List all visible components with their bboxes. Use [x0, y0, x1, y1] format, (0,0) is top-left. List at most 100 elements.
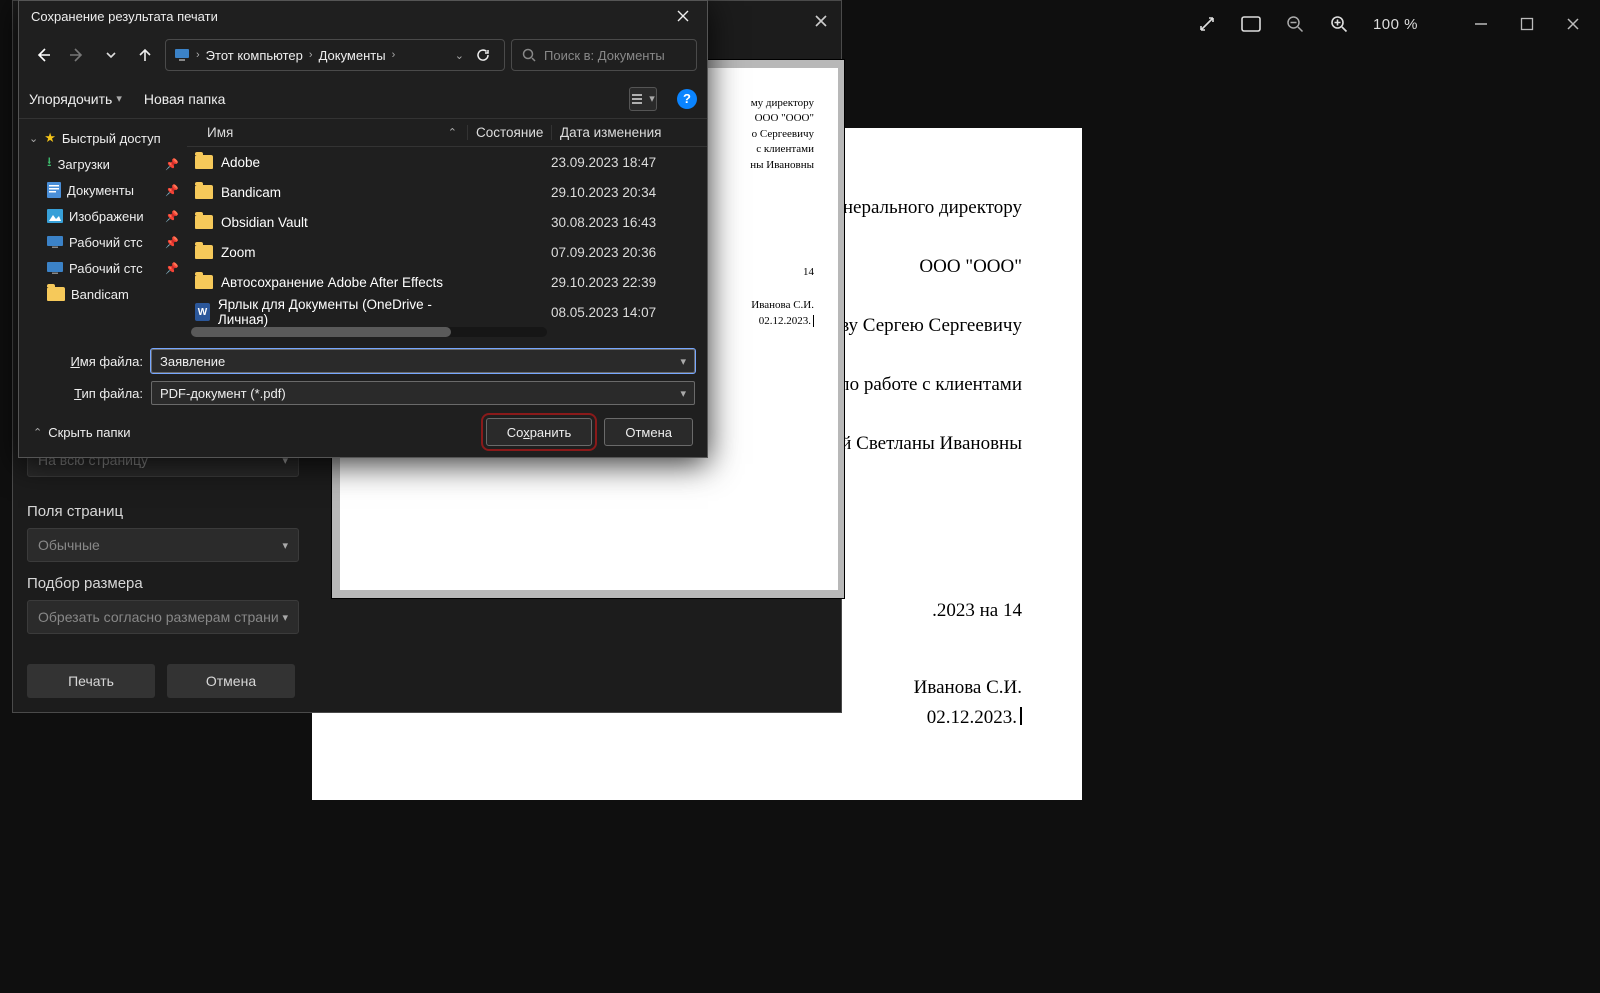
minimize-icon[interactable] — [1472, 15, 1490, 33]
table-row[interactable]: Автосохранение Adobe After Effects 29.10.… — [187, 267, 707, 297]
print-close-icon[interactable] — [807, 7, 835, 35]
filetype-value: PDF-документ (*.pdf) — [160, 386, 286, 401]
expand-icon[interactable] — [1197, 14, 1217, 34]
dialog-title: Сохранение результата печати — [31, 9, 218, 24]
table-row[interactable]: Adobe23.09.2023 18:47 — [187, 147, 707, 177]
nav-recent-icon[interactable] — [97, 41, 125, 69]
table-row[interactable]: Bandicam 29.10.2023 20:34 — [187, 177, 707, 207]
pin-icon: 📌 — [165, 184, 179, 197]
sidebar-item-desktop2[interactable]: Рабочий стс 📌 — [19, 255, 187, 281]
print-cancel-button[interactable]: Отмена — [167, 664, 295, 698]
horizontal-scrollbar[interactable] — [191, 327, 547, 337]
search-input[interactable]: Поиск в: Документы — [511, 39, 697, 71]
sidebar-quick-access[interactable]: ⌄ ★ Быстрый доступ — [19, 125, 187, 151]
cancel-button[interactable]: Отмена — [604, 418, 693, 446]
help-button[interactable]: ? — [677, 89, 697, 109]
file-name: Автосохранение Adobe After Effects — [221, 275, 443, 290]
folder-icon — [195, 185, 213, 199]
fit-value: Обрезать согласно размерам страни — [38, 609, 279, 625]
crumb-docs[interactable]: Документы — [319, 48, 386, 63]
filename-input[interactable]: Заявление ▾ — [151, 349, 695, 373]
fit-label: Подбор размера — [27, 575, 299, 592]
view-mode-button[interactable]: ▾ — [629, 87, 657, 111]
margins-value: Обычные — [38, 537, 100, 553]
dialog-close-icon[interactable] — [665, 2, 701, 30]
table-row[interactable]: Zoom07.09.2023 20:36 — [187, 237, 707, 267]
document-icon — [47, 182, 61, 198]
file-date: 07.09.2023 20:36 — [551, 245, 707, 260]
nav-back-icon[interactable] — [29, 41, 57, 69]
chevron-up-icon: ⌃ — [33, 426, 42, 439]
fit-screen-icon[interactable] — [1241, 14, 1261, 34]
table-row[interactable]: W Ярлык для Документы (OneDrive - Личная)… — [187, 297, 707, 327]
folder-icon — [195, 215, 213, 229]
preview-date: 02.12.2023. — [759, 315, 811, 327]
organize-menu[interactable]: Упорядочить ▾ — [29, 91, 122, 107]
file-name: Bandicam — [221, 185, 281, 200]
search-icon — [522, 48, 536, 62]
sidebar-item-documents[interactable]: Документы 📌 — [19, 177, 187, 203]
file-date: 29.10.2023 22:39 — [551, 275, 707, 290]
fit-select[interactable]: Обрезать согласно размерам страни ▾ — [27, 600, 299, 634]
sidebar-item-bandicam[interactable]: Bandicam — [19, 281, 187, 307]
new-folder-button[interactable]: Новая папка — [144, 91, 226, 107]
nav-forward-icon[interactable] — [63, 41, 91, 69]
pin-icon: 📌 — [165, 158, 179, 171]
addr-dropdown-icon[interactable]: ⌄ — [455, 49, 464, 62]
folder-icon — [195, 275, 213, 289]
search-placeholder: Поиск в: Документы — [544, 48, 665, 63]
sidebar-item-downloads[interactable]: ⭳ Загрузки 📌 — [19, 151, 187, 177]
address-bar[interactable]: › Этот компьютер › Документы › ⌄ — [165, 39, 505, 71]
sidebar-item-label: Загрузки — [58, 157, 110, 172]
cancel-button-label: Отмена — [625, 425, 672, 440]
save-button[interactable]: Сохранить — [486, 418, 593, 446]
nav-up-icon[interactable] — [131, 41, 159, 69]
sidebar-item-label: Документы — [67, 183, 134, 198]
desktop-icon — [47, 236, 63, 248]
picture-icon — [47, 209, 63, 223]
chevron-down-icon: ▾ — [282, 611, 288, 624]
table-row[interactable]: Obsidian Vault30.08.2023 16:43 — [187, 207, 707, 237]
file-list: Имя⌃ Состояние Дата изменения Adobe23.09… — [187, 119, 707, 339]
crumb-pc[interactable]: Этот компьютер — [206, 48, 303, 63]
sidebar-item-pictures[interactable]: Изображени 📌 — [19, 203, 187, 229]
scrollbar-thumb[interactable] — [191, 327, 451, 337]
breadcrumb: Документы — [319, 48, 386, 63]
close-icon[interactable] — [1564, 15, 1582, 33]
zoom-in-icon[interactable] — [1329, 14, 1349, 34]
sidebar-quick-label: Быстрый доступ — [62, 131, 161, 146]
zoom-percent: 100 % — [1373, 16, 1418, 33]
chevron-right-icon: › — [392, 49, 396, 61]
col-state-label: Состояние — [476, 125, 543, 140]
file-date: 29.10.2023 20:34 — [551, 185, 707, 200]
print-button[interactable]: Печать — [27, 664, 155, 698]
download-icon: ⭳ — [47, 153, 52, 175]
col-name-label: Имя — [207, 125, 233, 140]
sidebar-item-label: Bandicam — [71, 287, 129, 302]
hide-folders-toggle[interactable]: ⌃ Скрыть папки — [33, 425, 130, 440]
sidebar-item-label: Рабочий стс — [69, 261, 143, 276]
zoom-out-icon[interactable] — [1285, 14, 1305, 34]
sidebar-item-desktop1[interactable]: Рабочий стс 📌 — [19, 229, 187, 255]
folder-icon — [195, 155, 213, 169]
print-button-label: Печать — [68, 673, 114, 689]
pc-icon — [174, 47, 190, 63]
margins-select[interactable]: Обычные ▾ — [27, 528, 299, 562]
doc-sig-date: 02.12.2023. — [927, 707, 1017, 728]
file-name: Ярлык для Документы (OneDrive - Личная) — [218, 297, 467, 327]
file-date: 08.05.2023 14:07 — [551, 305, 707, 320]
filename-label-text: мя файла: — [80, 354, 143, 369]
word-icon: W — [195, 303, 210, 321]
chevron-down-icon: ▾ — [649, 92, 655, 105]
chevron-right-icon: › — [309, 49, 313, 61]
sidebar: ⌄ ★ Быстрый доступ ⭳ Загрузки 📌 Документ… — [19, 119, 187, 339]
chevron-down-icon: ▾ — [680, 387, 686, 400]
maximize-icon[interactable] — [1518, 15, 1536, 33]
refresh-icon[interactable] — [470, 42, 496, 68]
hide-folders-label: Скрыть папки — [48, 425, 130, 440]
filetype-label: Тип файла: — [31, 386, 143, 401]
filetype-select[interactable]: PDF-документ (*.pdf) ▾ — [151, 381, 695, 405]
app-titlebar: 100 % — [1197, 0, 1600, 48]
file-list-header[interactable]: Имя⌃ Состояние Дата изменения — [187, 119, 707, 147]
chevron-down-icon: ▾ — [282, 539, 288, 552]
